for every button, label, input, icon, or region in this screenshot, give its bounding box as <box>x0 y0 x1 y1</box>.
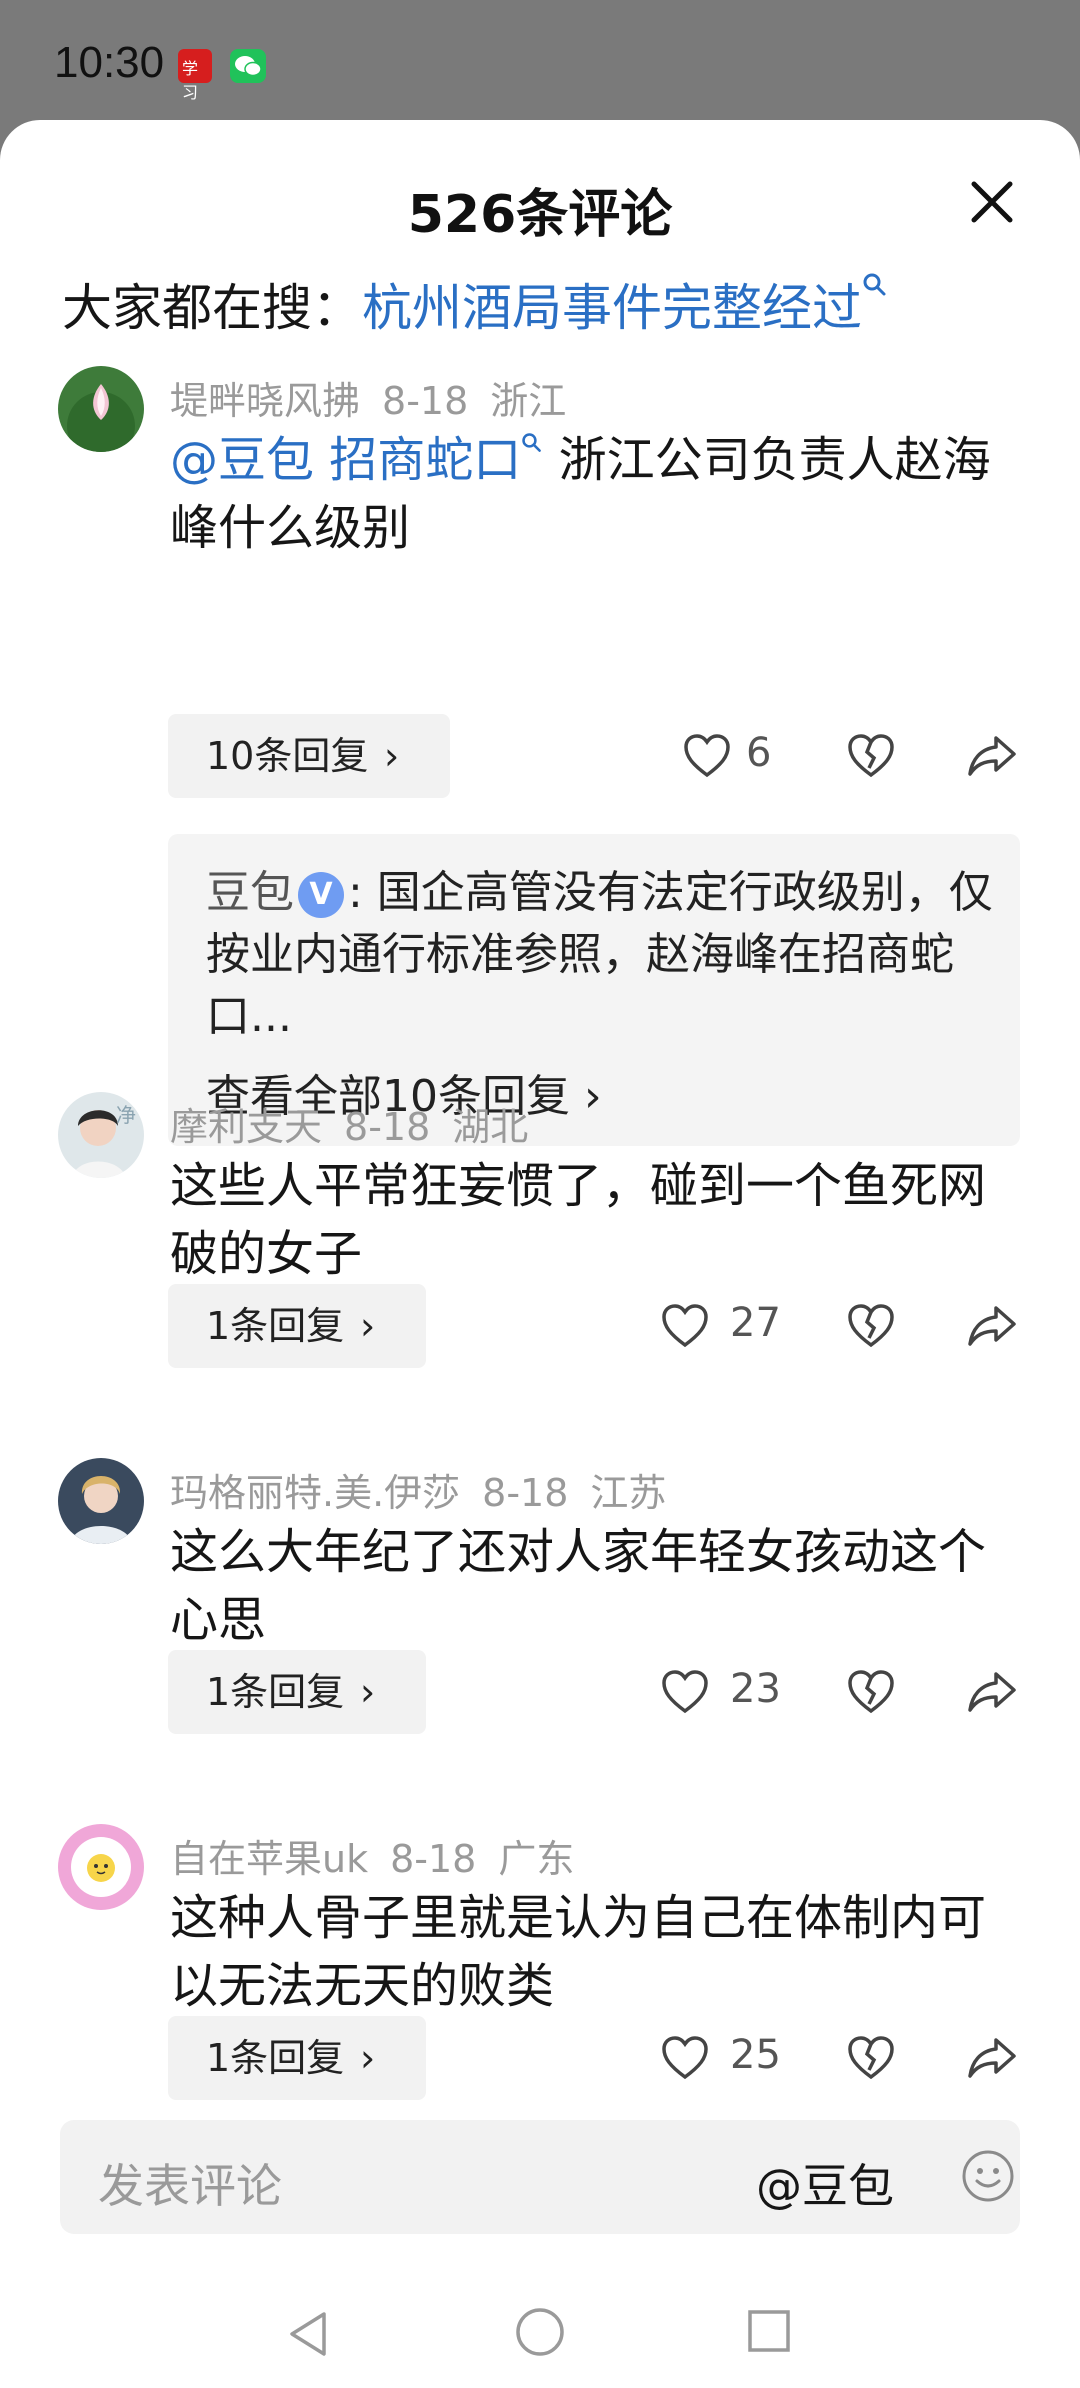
comment-text: 这种人骨子里就是认为自己在体制内可以无法无天的败类 <box>170 1890 987 2014</box>
like-icon[interactable] <box>682 732 732 780</box>
comment-actions: 25 <box>0 2016 1080 2100</box>
comment-username[interactable]: 摩利支天 <box>170 1105 322 1149</box>
comment-item: 自在苹果uk 8-18 广东 这种人骨子里就是认为自己在体制内可以无法无天的败类 1… <box>0 1824 1080 2102</box>
comment-date: 8-18 <box>482 1471 569 1515</box>
dislike-icon[interactable] <box>846 1302 896 1350</box>
share-icon[interactable] <box>966 1302 1018 1350</box>
mention-doubao-button[interactable]: @豆包 <box>756 2150 894 2216</box>
avatar[interactable] <box>58 1824 144 1910</box>
trending-search-keyword[interactable]: 杭州酒局事件完整经过 <box>362 279 862 337</box>
comment-actions: 27 <box>0 1284 1080 1368</box>
comment-item: 净 摩利支天 8-18 湖北 这些人平常狂妄惯了，碰到一个鱼死网破的女子 1条回复 … <box>0 1092 1080 1368</box>
comment-item: 堤畔晓风拂 8-18 浙江 @豆包 招商蛇口 浙江公司负责人赵海峰什么级别 10条回… <box>0 366 1080 1146</box>
search-icon <box>863 273 886 296</box>
home-nav-icon[interactable] <box>514 2306 566 2358</box>
status-bar: 10:30 学习 <box>0 0 1080 120</box>
dislike-icon[interactable] <box>846 2034 896 2082</box>
comment-item: 玛格丽特.美.伊莎 8-18 江苏 这么大年纪了还对人家年轻女孩动这个心思 1条回复… <box>0 1458 1080 1734</box>
comment-username[interactable]: 玛格丽特.美.伊莎 <box>170 1471 460 1515</box>
comment-text: 这么大年纪了还对人家年轻女孩动这个心思 <box>170 1524 987 1648</box>
share-icon[interactable] <box>966 732 1018 780</box>
trending-search[interactable]: 大家都在搜：杭州酒局事件完整经过 <box>62 268 888 340</box>
recents-nav-icon[interactable] <box>746 2308 792 2354</box>
mention-link[interactable]: @豆包 <box>170 432 314 488</box>
like-count: 27 <box>730 1300 781 1346</box>
page-title: 526条评论 <box>407 185 673 245</box>
like-icon[interactable] <box>660 1302 710 1350</box>
ai-reply-text: 豆包 V: 国企高管没有法定行政级别，仅按业内通行标准参照，赵海峰在招商蛇口... <box>206 862 996 1048</box>
system-nav-bar <box>0 2284 1080 2388</box>
avatar[interactable] <box>58 1458 144 1544</box>
status-time: 10:30 <box>54 38 165 87</box>
dislike-icon[interactable] <box>846 732 896 780</box>
comment-date: 8-18 <box>382 379 469 423</box>
comment-input[interactable]: 发表评论 <box>98 2150 282 2216</box>
comment-region: 浙江 <box>490 379 567 423</box>
like-count: 25 <box>730 2032 781 2078</box>
verified-badge-icon: V <box>298 872 344 918</box>
comment-date: 8-18 <box>344 1105 431 1149</box>
emoji-icon[interactable] <box>960 2148 1016 2204</box>
ai-reply-name[interactable]: 豆包 <box>206 867 294 918</box>
svg-text:净: 净 <box>116 1103 136 1127</box>
wechat-icon <box>230 49 266 83</box>
like-icon[interactable] <box>660 1668 710 1716</box>
comment-date: 8-18 <box>390 1837 477 1881</box>
comment-username[interactable]: 自在苹果uk <box>170 1837 368 1881</box>
share-icon[interactable] <box>966 1668 1018 1716</box>
comment-text: @豆包 招商蛇口 浙江公司负责人赵海峰什么级别 <box>170 426 1030 562</box>
xuexi-app-icon: 学习 <box>178 49 212 102</box>
search-icon <box>522 433 542 452</box>
trending-search-label: 大家都在搜： <box>62 279 362 337</box>
dislike-icon[interactable] <box>846 1668 896 1716</box>
comment-meta: 自在苹果uk 8-18 广东 <box>170 1828 596 1883</box>
share-icon[interactable] <box>966 2034 1018 2082</box>
comment-actions: 6 <box>0 714 1080 798</box>
comment-region: 湖北 <box>452 1105 529 1149</box>
back-nav-icon[interactable] <box>280 2306 336 2362</box>
comment-meta: 堤畔晓风拂 8-18 浙江 <box>170 370 588 425</box>
avatar[interactable] <box>58 366 144 452</box>
like-count: 6 <box>746 730 772 776</box>
close-icon[interactable] <box>964 174 1020 230</box>
comment-region: 江苏 <box>590 1471 667 1515</box>
comment-region: 广东 <box>498 1837 575 1881</box>
avatar[interactable]: 净 <box>58 1092 144 1178</box>
comment-actions: 23 <box>0 1650 1080 1734</box>
comment-text: 这些人平常狂妄惯了，碰到一个鱼死网破的女子 <box>170 1158 987 1282</box>
comment-input-bar[interactable]: 发表评论 @豆包 <box>60 2120 1020 2234</box>
comments-sheet: 526条评论 大家都在搜：杭州酒局事件完整经过 堤畔晓风拂 8-18 浙江 @豆包 … <box>0 120 1080 2388</box>
like-count: 23 <box>730 1666 781 1712</box>
comment-meta: 摩利支天 8-18 湖北 <box>170 1096 550 1151</box>
keyword-link[interactable]: 招商蛇口 <box>329 432 521 488</box>
comment-username[interactable]: 堤畔晓风拂 <box>170 379 360 423</box>
comment-meta: 玛格丽特.美.伊莎 8-18 江苏 <box>170 1462 688 1517</box>
like-icon[interactable] <box>660 2034 710 2082</box>
